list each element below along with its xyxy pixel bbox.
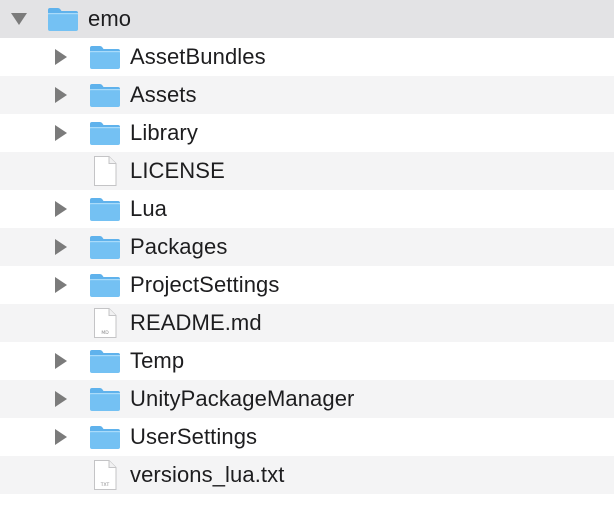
folder-icon <box>88 117 122 149</box>
tree-row-assets[interactable]: Assets <box>0 76 614 114</box>
tree-row-lua[interactable]: Lua <box>0 190 614 228</box>
folder-icon <box>88 383 122 415</box>
tree-item-label: emo <box>88 6 132 31</box>
tree-row-assetbundles[interactable]: AssetBundles <box>0 38 614 76</box>
file-tree: emo AssetBundles Assets Library LICENSE … <box>0 0 614 494</box>
disclosure-collapsed-icon[interactable] <box>50 342 72 380</box>
document-icon <box>88 155 122 187</box>
tree-item-label: Assets <box>130 82 197 107</box>
tree-item-label: Packages <box>130 234 228 259</box>
disclosure-collapsed-icon[interactable] <box>50 190 72 228</box>
disclosure-collapsed-icon[interactable] <box>50 380 72 418</box>
tree-item-label: ProjectSettings <box>130 272 280 297</box>
folder-icon <box>88 421 122 453</box>
tree-row-temp[interactable]: Temp <box>0 342 614 380</box>
disclosure-collapsed-icon[interactable] <box>50 266 72 304</box>
tree-item-label: Lua <box>130 196 168 221</box>
disclosure-collapsed-icon[interactable] <box>50 76 72 114</box>
tree-item-label: versions_lua.txt <box>130 462 285 487</box>
tree-row-license[interactable]: LICENSE <box>0 152 614 190</box>
folder-icon <box>88 345 122 377</box>
folder-icon <box>46 3 80 35</box>
disclosure-collapsed-icon[interactable] <box>50 38 72 76</box>
tree-item-label: UserSettings <box>130 424 258 449</box>
tree-row-library[interactable]: Library <box>0 114 614 152</box>
disclosure-collapsed-icon[interactable] <box>50 228 72 266</box>
tree-row-versions-lua[interactable]: TXT versions_lua.txt <box>0 456 614 494</box>
tree-item-label: AssetBundles <box>130 44 266 69</box>
tree-row-emo[interactable]: emo <box>0 0 614 38</box>
tree-row-usersettings[interactable]: UserSettings <box>0 418 614 456</box>
folder-icon <box>88 231 122 263</box>
folder-icon <box>88 41 122 73</box>
folder-icon <box>88 193 122 225</box>
tree-item-label: UnityPackageManager <box>130 386 355 411</box>
markdown-document-icon: MD <box>88 307 122 339</box>
tree-row-readme[interactable]: MD README.md <box>0 304 614 342</box>
disclosure-collapsed-icon[interactable] <box>50 418 72 456</box>
tree-item-label: LICENSE <box>130 158 225 183</box>
tree-row-unitypackagemanager[interactable]: UnityPackageManager <box>0 380 614 418</box>
text-document-icon: TXT <box>88 459 122 491</box>
tree-row-packages[interactable]: Packages <box>0 228 614 266</box>
folder-icon <box>88 269 122 301</box>
file-type-badge: TXT <box>100 482 110 488</box>
tree-item-label: Temp <box>130 348 185 373</box>
tree-item-label: README.md <box>130 310 262 335</box>
tree-item-label: Library <box>130 120 198 145</box>
file-type-badge: MD <box>101 330 109 336</box>
tree-row-projectsettings[interactable]: ProjectSettings <box>0 266 614 304</box>
disclosure-collapsed-icon[interactable] <box>50 114 72 152</box>
folder-icon <box>88 79 122 111</box>
disclosure-expanded-icon[interactable] <box>8 0 30 38</box>
